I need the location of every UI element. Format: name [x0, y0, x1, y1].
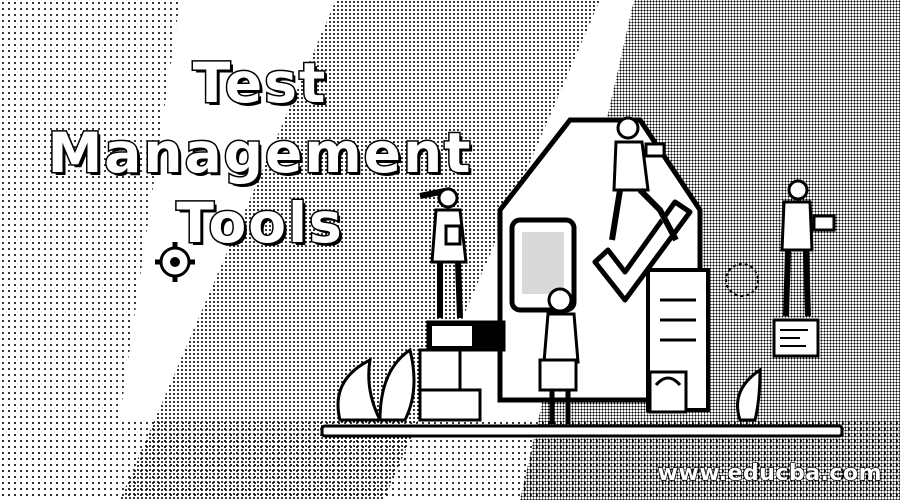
cloud-icon: [725, 263, 759, 297]
cabinet: [646, 268, 710, 414]
headline-line-2: Management: [46, 120, 473, 187]
watermark-url: www.educba.com: [657, 460, 882, 487]
person-laptop: [772, 179, 836, 358]
headline: Test Management Tools: [0, 48, 520, 258]
laptop-icon: [644, 142, 666, 158]
floor-line: [320, 424, 844, 438]
headline-line-3: Tools: [175, 190, 344, 257]
laptop-icon-right: [812, 214, 836, 232]
headline-line-1: Test: [191, 50, 328, 117]
banner-image: Test Management Tools www.educba.com: [0, 0, 900, 500]
